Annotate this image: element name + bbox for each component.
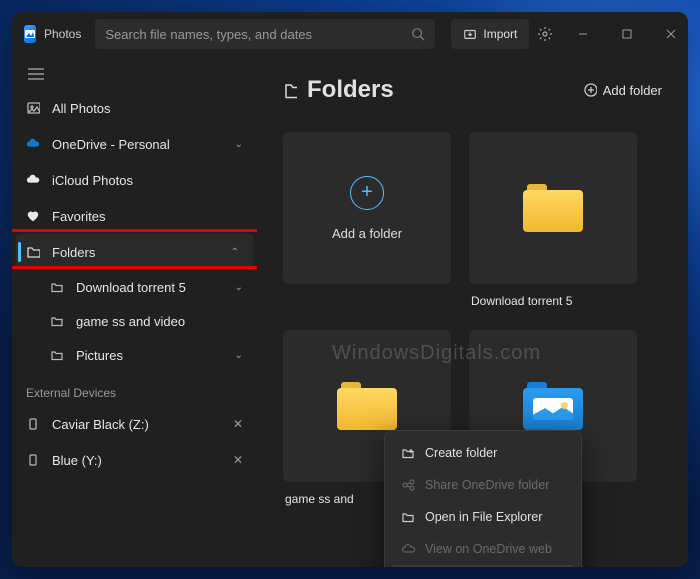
sidebar-item-label: Folders <box>52 245 95 260</box>
folder-tile[interactable]: Download torrent 5 <box>469 132 637 284</box>
sidebar-item-label: All Photos <box>52 101 111 116</box>
menu-item-label: Create folder <box>425 446 497 460</box>
plus-circle-icon <box>583 83 597 97</box>
sidebar-item-icloud[interactable]: iCloud Photos <box>12 162 257 198</box>
heart-icon <box>26 209 40 223</box>
chevron-down-icon: ⌄ <box>235 282 243 293</box>
cloud-icon <box>401 542 415 556</box>
eject-button[interactable]: ✕ <box>233 417 243 431</box>
page-title: Folders <box>307 76 394 104</box>
sidebar-section-external: External Devices <box>12 372 257 406</box>
search-icon <box>411 27 425 41</box>
plus-circle-icon: + <box>350 176 384 210</box>
usb-icon <box>26 417 40 431</box>
menu-item-create-folder[interactable]: Create folder <box>391 437 575 469</box>
sidebar-item-label: Download torrent 5 <box>76 280 186 295</box>
folder-icon <box>50 280 64 294</box>
sidebar-item-label: game ss and video <box>76 314 185 329</box>
sidebar-item-device[interactable]: Caviar Black (Z:) ✕ <box>12 406 257 442</box>
sidebar-item-label: Favorites <box>52 209 105 224</box>
folder-icon <box>337 382 397 430</box>
new-folder-icon <box>401 446 415 460</box>
sidebar-item-favorites[interactable]: Favorites <box>12 198 257 234</box>
search-input[interactable]: Search file names, types, and dates <box>95 19 435 49</box>
folder-grid: + Add a folder Download torrent 5 <box>283 132 662 284</box>
sidebar-item-onedrive[interactable]: OneDrive - Personal ⌄ <box>12 126 257 162</box>
usb-icon <box>26 453 40 467</box>
share-icon <box>401 478 415 492</box>
close-button[interactable] <box>649 14 688 54</box>
sidebar-subfolder[interactable]: Pictures ⌄ <box>12 338 257 372</box>
sidebar-subfolder[interactable]: game ss and video <box>12 304 257 338</box>
sidebar-item-label: Blue (Y:) <box>52 453 102 468</box>
add-folder-label: Add folder <box>603 83 662 98</box>
folder-open-icon <box>401 510 415 524</box>
add-folder-button[interactable]: Add folder <box>583 83 662 98</box>
sidebar-item-label: OneDrive - Personal <box>52 137 170 152</box>
hamburger-button[interactable] <box>12 62 257 90</box>
app-title: Photos <box>44 27 81 41</box>
folder-icon <box>50 348 64 362</box>
minimize-button[interactable] <box>561 14 605 54</box>
add-folder-tile[interactable]: + Add a folder <box>283 132 451 284</box>
menu-item-view-onedrive: View on OneDrive web <box>391 533 575 565</box>
sidebar-item-all-photos[interactable]: All Photos <box>12 90 257 126</box>
cloud-icon <box>26 137 40 151</box>
titlebar: Photos Search file names, types, and dat… <box>12 12 688 56</box>
folder-icon <box>523 184 583 232</box>
folder-icon <box>26 245 40 259</box>
import-button[interactable]: Import <box>451 19 529 49</box>
tile-label: Add a folder <box>332 226 402 241</box>
folder-icon <box>50 314 64 328</box>
tile-label: game ss and <box>285 492 354 506</box>
sidebar: All Photos OneDrive - Personal ⌄ iCloud … <box>12 56 257 567</box>
chevron-down-icon: ⌄ <box>235 139 243 150</box>
picture-icon <box>26 101 40 115</box>
context-menu: Create folder Share OneDrive folder Open… <box>384 430 582 567</box>
menu-item-label: Open in File Explorer <box>425 510 542 524</box>
pictures-folder-icon <box>523 382 583 430</box>
tile-label: Download torrent 5 <box>471 294 572 308</box>
eject-button[interactable]: ✕ <box>233 453 243 467</box>
folder-icon <box>283 83 297 97</box>
sidebar-item-folders[interactable]: Folders ⌃ <box>16 234 253 270</box>
menu-item-label: Share OneDrive folder <box>425 478 549 492</box>
menu-item-label: View on OneDrive web <box>425 542 552 556</box>
sidebar-item-label: Pictures <box>76 348 123 363</box>
page-header: Folders Add folder <box>283 76 662 104</box>
sidebar-item-device[interactable]: Blue (Y:) ✕ <box>12 442 257 478</box>
app-icon <box>24 25 36 43</box>
sidebar-item-label: iCloud Photos <box>52 173 133 188</box>
search-placeholder: Search file names, types, and dates <box>105 27 312 42</box>
maximize-button[interactable] <box>605 14 649 54</box>
import-icon <box>463 27 477 41</box>
menu-item-share-onedrive: Share OneDrive folder <box>391 469 575 501</box>
icloud-icon <box>26 173 40 187</box>
menu-item-remove-folder[interactable]: Remove folder <box>391 565 575 567</box>
menu-item-open-explorer[interactable]: Open in File Explorer <box>391 501 575 533</box>
import-label: Import <box>483 27 517 41</box>
chevron-up-icon: ⌃ <box>231 247 239 258</box>
sidebar-item-label: Caviar Black (Z:) <box>52 417 149 432</box>
window-controls <box>561 14 688 54</box>
app-body: All Photos OneDrive - Personal ⌄ iCloud … <box>12 56 688 567</box>
photos-window: Photos Search file names, types, and dat… <box>12 12 688 567</box>
sidebar-subfolder[interactable]: Download torrent 5 ⌄ <box>12 270 257 304</box>
settings-button[interactable] <box>537 12 553 56</box>
chevron-down-icon: ⌄ <box>235 350 243 361</box>
